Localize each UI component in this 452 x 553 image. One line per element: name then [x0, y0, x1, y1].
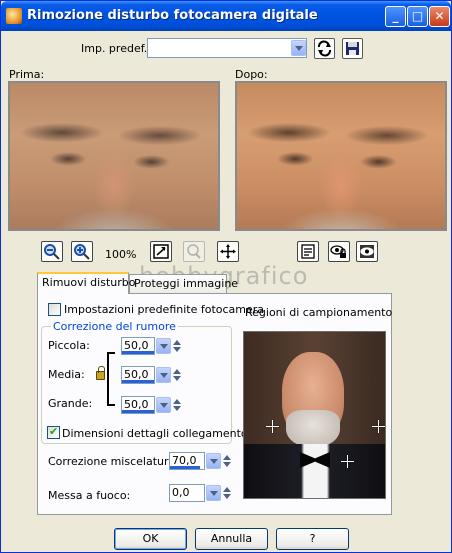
link-bracket: [107, 352, 115, 406]
proof-button[interactable]: [297, 241, 319, 262]
before-photo: [10, 83, 218, 229]
preview-window-icon: [301, 244, 315, 259]
spin-up-down-icon[interactable]: [222, 485, 233, 501]
spin-up-down-icon[interactable]: [222, 453, 233, 469]
camera-defaults-label: Impostazioni predefinite fotocamera: [64, 303, 265, 316]
after-preview[interactable]: [235, 81, 447, 231]
after-photo: [237, 83, 445, 229]
large-label: Grande:: [48, 397, 93, 410]
pan-icon: [187, 244, 201, 259]
link-details-label: Dimensioni dettagli collegamento: [62, 427, 248, 440]
small-spinner[interactable]: 50,0: [121, 337, 185, 355]
zoom-in-button[interactable]: [71, 241, 93, 262]
save-disk-icon: [346, 42, 359, 55]
tab-remove-noise[interactable]: Rimuovi disturbo: [37, 272, 135, 294]
zoom-level: 100%: [105, 248, 137, 261]
zoom-fit-button[interactable]: [150, 241, 172, 262]
maximize-button[interactable]: □: [407, 6, 428, 27]
blend-spinner[interactable]: 70,0: [169, 452, 235, 470]
minimize-button[interactable]: _: [385, 6, 406, 27]
spin-up-down-icon[interactable]: [172, 338, 183, 354]
spin-up-down-icon[interactable]: [172, 367, 183, 383]
sampling-preview[interactable]: [243, 331, 386, 499]
small-label: Piccola:: [48, 339, 90, 352]
reset-arrows-icon: [318, 40, 331, 57]
medium-label: Media:: [48, 368, 85, 381]
save-preset-button[interactable]: [342, 38, 363, 59]
before-label: Prima:: [9, 68, 45, 81]
zoom-out-button[interactable]: [41, 241, 63, 262]
link-details-checkbox[interactable]: [47, 425, 60, 439]
cancel-button[interactable]: Annulla: [195, 528, 268, 550]
large-slider-fill[interactable]: [122, 410, 154, 413]
spin-up-down-icon[interactable]: [172, 397, 183, 413]
sample-crosshair-icon[interactable]: [372, 420, 385, 433]
app-icon: [6, 8, 22, 24]
window-title: Rimozione disturbo fotocamera digitale: [27, 8, 318, 23]
medium-spinner[interactable]: 50,0: [121, 366, 185, 384]
auto-proof-button[interactable]: [356, 241, 378, 262]
sharpen-spinner[interactable]: 0,0: [169, 484, 235, 502]
portrait-beard: [286, 410, 340, 448]
zoom-fit-icon: [153, 244, 169, 259]
eye-icon: [360, 245, 374, 258]
eye-lock-icon: [330, 245, 346, 258]
chevron-down-icon[interactable]: [206, 453, 221, 469]
sharpen-input[interactable]: 0,0: [169, 484, 205, 502]
sharpen-label: Messa a fuoco:: [48, 489, 131, 502]
close-button[interactable]: ✕: [429, 6, 450, 27]
before-preview[interactable]: [8, 81, 220, 231]
move-button[interactable]: [217, 241, 239, 262]
preset-label: Imp. predef.:: [81, 42, 151, 55]
chevron-down-icon[interactable]: [291, 40, 306, 56]
noise-correction-title: Correzione del rumore: [51, 320, 178, 333]
sample-crosshair-icon[interactable]: [341, 455, 354, 468]
medium-slider-fill[interactable]: [122, 380, 154, 383]
sampling-regions-label: Regioni di campionamento: [245, 306, 393, 319]
help-button[interactable]: ?: [276, 528, 349, 550]
zoom-out-icon: [44, 244, 60, 260]
reset-preset-button[interactable]: [314, 38, 335, 59]
blend-slider-fill[interactable]: [170, 466, 200, 469]
chevron-down-icon[interactable]: [206, 485, 221, 501]
sample-crosshair-icon[interactable]: [266, 420, 279, 433]
large-spinner[interactable]: 50,0: [121, 396, 185, 414]
zoom-in-icon: [74, 244, 90, 260]
after-label: Dopo:: [235, 68, 268, 81]
portrait-suit: [244, 444, 385, 498]
chevron-down-icon[interactable]: [156, 397, 171, 413]
chevron-down-icon[interactable]: [156, 367, 171, 383]
tab-protect-image[interactable]: Proteggi immagine: [129, 274, 238, 294]
blend-label: Correzione miscelatura:: [48, 455, 179, 468]
ok-button[interactable]: OK: [114, 528, 187, 550]
preset-select[interactable]: [147, 38, 307, 58]
title-bar[interactable]: Rimozione disturbo fotocamera digitale _…: [1, 1, 451, 31]
lock-preview-button[interactable]: [328, 241, 350, 262]
small-slider-fill[interactable]: [122, 351, 154, 354]
pan-button[interactable]: [183, 241, 205, 262]
dialog-window: Rimozione disturbo fotocamera digitale _…: [0, 0, 452, 553]
move-icon: [220, 244, 236, 259]
camera-defaults-checkbox[interactable]: [48, 303, 61, 316]
lock-icon[interactable]: [96, 366, 105, 380]
chevron-down-icon[interactable]: [156, 338, 171, 354]
